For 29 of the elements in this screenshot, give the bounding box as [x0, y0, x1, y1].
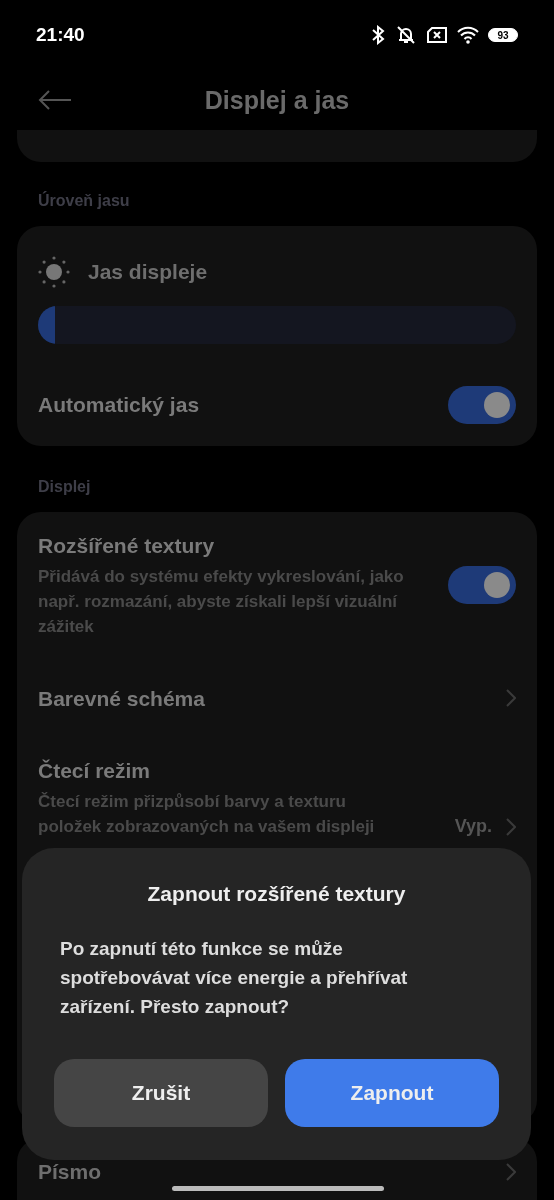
- no-sim-icon: [426, 26, 448, 44]
- section-heading: Displej: [38, 478, 91, 495]
- dialog-message: Po zapnutí této funkce se může spotřebovávat více energie a přehřívat zařízení. Přesto zapnout?: [60, 937, 409, 1019]
- battery-icon: 93: [488, 28, 518, 42]
- setting-value: Vyp.: [454, 816, 492, 837]
- toggle-switch[interactable]: [448, 386, 516, 424]
- setting-title: Čtecí režim: [38, 759, 152, 783]
- section-heading: Úroveň jasu: [38, 192, 130, 209]
- setting-title: Písmo: [38, 1160, 102, 1184]
- muted-bell-icon: [395, 25, 417, 45]
- setting-description: Přidává do systému efekty vykreslování, jako např. rozmazání, abyste získali lepší vizuální zážitek: [38, 566, 405, 638]
- chevron-icon: [506, 689, 516, 707]
- page-title: Displej a jas: [204, 85, 350, 114]
- chevron-icon: [506, 817, 516, 836]
- toggle-switch[interactable]: [448, 566, 516, 604]
- setting-title: Rozšířené textury: [38, 534, 216, 558]
- wifi-icon: [457, 26, 479, 44]
- back-arrow-icon[interactable]: [38, 90, 72, 110]
- cancel-button[interactable]: Zrušit: [54, 1059, 268, 1127]
- chevron-icon: [506, 1163, 516, 1181]
- sun-icon: [38, 256, 70, 288]
- brightness-slider[interactable]: [38, 306, 516, 344]
- setting-label: Automatický jas: [38, 393, 200, 417]
- clock: 21:40: [36, 24, 85, 46]
- setting-title: Barevné schéma: [38, 687, 206, 711]
- setting-description: Čtecí režim přizpůsobí barvy a texturu položek zobrazovaných na vašem displeji: [38, 791, 376, 838]
- slider-label: Jas displeje: [88, 260, 208, 284]
- dialog-title: Zapnout rozšířené textury: [146, 882, 407, 906]
- bluetooth-icon: [370, 25, 386, 45]
